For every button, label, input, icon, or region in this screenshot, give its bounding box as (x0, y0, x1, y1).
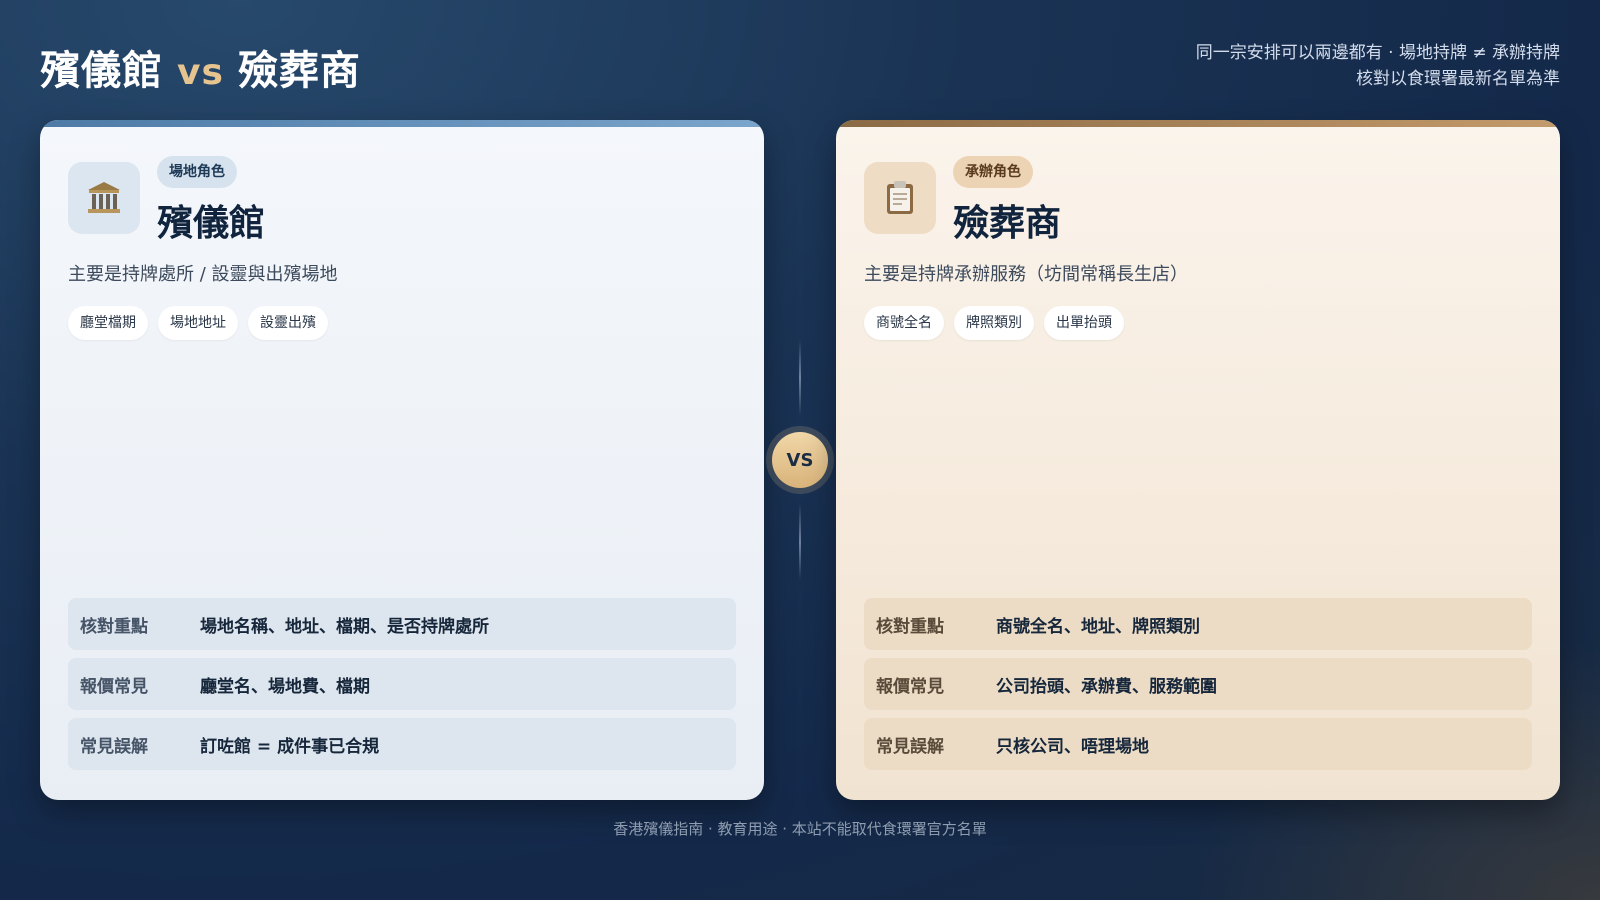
card-accent-bar (836, 120, 1560, 127)
classical-building-icon (68, 162, 140, 234)
clipboard-icon (864, 162, 936, 234)
vs-badge: VS (766, 426, 834, 494)
row-value: 廳堂名、場地費、檔期 (200, 676, 370, 697)
card-description: 主要是持牌承辦服務（坊間常稱長生店） (864, 264, 1188, 285)
info-row-quote: 報價常見 廳堂名、場地費、檔期 (68, 658, 736, 710)
row-label: 常見誤解 (80, 736, 148, 757)
divider-line-top (799, 340, 801, 416)
tag-list: 廳堂檔期 場地地址 設靈出殯 (68, 306, 328, 340)
row-value: 公司抬頭、承辦費、服務範圍 (996, 676, 1217, 697)
card-title: 殮葬商 (953, 203, 1062, 244)
info-rows: 核對重點 場地名稱、地址、檔期、是否持牌處所 報價常見 廳堂名、場地費、檔期 常… (68, 598, 736, 778)
tag-list: 商號全名 牌照類別 出單抬頭 (864, 306, 1124, 340)
tag: 出單抬頭 (1044, 306, 1124, 340)
undertaker-card: 承辦角色 殮葬商 主要是持牌承辦服務（坊間常稱長生店） 商號全名 牌照類別 出單… (836, 120, 1560, 800)
title-left: 殯儀館 (40, 48, 163, 94)
role-badge: 承辦角色 (953, 156, 1033, 188)
row-label: 核對重點 (80, 616, 148, 637)
vs-label: VS (772, 432, 828, 488)
card-description: 主要是持牌處所 / 設靈與出殯場地 (68, 264, 338, 285)
info-row-misconception: 常見誤解 訂咗館 = 成件事已合規 (68, 718, 736, 770)
row-value: 訂咗館 = 成件事已合規 (200, 736, 380, 757)
title-vs: vs (177, 52, 224, 93)
title-right: 殮葬商 (237, 48, 361, 94)
info-rows: 核對重點 商號全名、地址、牌照類別 報價常見 公司抬頭、承辦費、服務範圍 常見誤… (864, 598, 1532, 778)
header-notes: 同一宗安排可以兩邊都有 · 場地持牌 ≠ 承辦持牌 核對以食環署最新名單為準 (1196, 40, 1560, 92)
row-value: 商號全名、地址、牌照類別 (996, 616, 1200, 637)
funeral-parlour-card: 場地角色 殯儀館 主要是持牌處所 / 設靈與出殯場地 廳堂檔期 場地地址 設靈出… (40, 120, 764, 800)
info-row-check-points: 核對重點 場地名稱、地址、檔期、是否持牌處所 (68, 598, 736, 650)
info-row-quote: 報價常見 公司抬頭、承辦費、服務範圍 (864, 658, 1532, 710)
tag: 商號全名 (864, 306, 944, 340)
info-row-check-points: 核對重點 商號全名、地址、牌照類別 (864, 598, 1532, 650)
header-note-line-1: 同一宗安排可以兩邊都有 · 場地持牌 ≠ 承辦持牌 (1195, 43, 1560, 63)
card-accent-bar (40, 120, 764, 127)
role-badge: 場地角色 (157, 156, 237, 188)
footer-disclaimer: 香港殯儀指南 · 教育用途 · 本站不能取代食環署官方名單 (613, 820, 987, 838)
tag: 廳堂檔期 (68, 306, 148, 340)
tag: 牌照類別 (954, 306, 1034, 340)
page-title: 殯儀館 vs 殮葬商 (40, 38, 361, 96)
divider-line-bottom (799, 504, 801, 580)
row-label: 常見誤解 (876, 736, 944, 757)
card-title: 殯儀館 (157, 203, 266, 244)
row-label: 報價常見 (876, 676, 944, 697)
tag: 場地地址 (158, 306, 238, 340)
tag: 設靈出殯 (248, 306, 328, 340)
info-row-misconception: 常見誤解 只核公司、唔理場地 (864, 718, 1532, 770)
header-note-line-2: 核對以食環署最新名單為準 (1356, 69, 1560, 89)
row-label: 核對重點 (876, 616, 944, 637)
row-value: 場地名稱、地址、檔期、是否持牌處所 (200, 616, 489, 637)
row-label: 報價常見 (80, 676, 148, 697)
row-value: 只核公司、唔理場地 (996, 736, 1149, 757)
